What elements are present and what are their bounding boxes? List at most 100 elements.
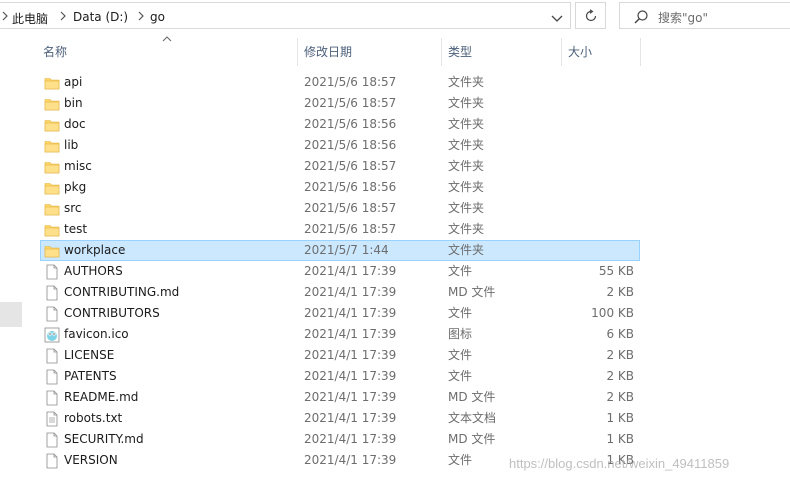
column-header-type[interactable]: 类型 [448, 41, 560, 65]
folder-icon [44, 180, 60, 196]
file-type: 文件夹 [448, 222, 485, 236]
file-row[interactable]: src 2021/5/6 18:57 文件夹 [40, 198, 640, 219]
address-toolbar: 此电脑 Data (D:) go 搜索"go" [0, 0, 790, 34]
file-icon [44, 306, 60, 322]
file-modified-date: 2021/5/6 18:56 [304, 117, 397, 131]
file-modified-date: 2021/4/1 17:39 [304, 411, 397, 425]
file-modified-date: 2021/5/6 18:57 [304, 222, 397, 236]
file-size: 1 KB [606, 411, 634, 425]
file-row[interactable]: CONTRIBUTORS 2021/4/1 17:39 文件 100 KB [40, 303, 640, 324]
file-size: 55 KB [598, 264, 634, 278]
file-type: 文本文档 [448, 411, 497, 425]
file-type: 文件夹 [448, 96, 485, 110]
file-size: 2 KB [606, 348, 634, 362]
file-icon [44, 285, 60, 301]
file-row[interactable]: README.md 2021/4/1 17:39 MD 文件 2 KB [40, 387, 640, 408]
file-type: 文件夹 [448, 201, 485, 215]
file-name: api [64, 75, 83, 89]
address-bar[interactable]: 此电脑 Data (D:) go [0, 2, 571, 29]
chevron-right-icon[interactable] [136, 9, 146, 23]
file-type: 文件 [448, 453, 473, 467]
file-row[interactable]: bin 2021/5/6 18:57 文件夹 [40, 93, 640, 114]
breadcrumb-drive-d[interactable]: Data (D:) [73, 10, 128, 24]
file-icon [44, 390, 60, 406]
file-row[interactable]: CONTRIBUTING.md 2021/4/1 17:39 MD 文件 2 KB [40, 282, 640, 303]
file-type: 文件夹 [448, 138, 485, 152]
text-file-icon [44, 411, 60, 427]
file-row[interactable]: AUTHORS 2021/4/1 17:39 文件 55 KB [40, 261, 640, 282]
column-header-date[interactable]: 修改日期 [304, 41, 440, 65]
file-modified-date: 2021/4/1 17:39 [304, 348, 397, 362]
column-divider[interactable] [441, 38, 442, 66]
file-size: 6 KB [606, 327, 634, 341]
file-row[interactable]: pkg 2021/5/6 18:56 文件夹 [40, 177, 640, 198]
file-modified-date: 2021/4/1 17:39 [304, 327, 397, 341]
file-row-selected[interactable]: workplace 2021/5/7 1:44 文件夹 [40, 240, 640, 261]
file-row[interactable]: api 2021/5/6 18:57 文件夹 [40, 72, 640, 93]
file-modified-date: 2021/4/1 17:39 [304, 390, 397, 404]
navigation-pane[interactable] [0, 34, 22, 483]
file-icon [44, 348, 60, 364]
file-size: 2 KB [606, 369, 634, 383]
chevron-right-icon[interactable] [58, 9, 68, 23]
file-modified-date: 2021/4/1 17:39 [304, 453, 397, 467]
file-modified-date: 2021/5/6 18:56 [304, 138, 397, 152]
file-name: LICENSE [64, 348, 115, 362]
file-modified-date: 2021/5/6 18:57 [304, 96, 397, 110]
file-type: MD 文件 [448, 432, 496, 446]
navigation-selected-item[interactable] [0, 302, 22, 327]
file-modified-date: 2021/4/1 17:39 [304, 285, 397, 299]
chevron-down-icon[interactable] [546, 8, 568, 28]
file-name: test [64, 222, 88, 236]
file-size: 100 KB [591, 306, 634, 320]
column-divider[interactable] [561, 38, 562, 66]
file-row[interactable]: doc 2021/5/6 18:56 文件夹 [40, 114, 640, 135]
file-size: 2 KB [606, 390, 634, 404]
file-type: 文件 [448, 264, 473, 278]
file-modified-date: 2021/5/6 18:56 [304, 180, 397, 194]
file-row[interactable]: robots.txt 2021/4/1 17:39 文本文档 1 KB [40, 408, 640, 429]
folder-icon [44, 243, 60, 259]
column-header-name[interactable]: 名称 [43, 41, 297, 65]
folder-icon [44, 222, 60, 238]
file-modified-date: 2021/4/1 17:39 [304, 369, 397, 383]
chevron-right-icon[interactable] [0, 9, 10, 23]
file-row[interactable]: lib 2021/5/6 18:56 文件夹 [40, 135, 640, 156]
refresh-icon [585, 9, 597, 22]
file-name: robots.txt [64, 411, 123, 425]
file-type: 文件夹 [448, 75, 485, 89]
breadcrumb-go[interactable]: go [150, 10, 165, 24]
column-divider[interactable] [640, 38, 641, 66]
file-name: CONTRIBUTING.md [64, 285, 180, 299]
folder-icon [44, 159, 60, 175]
folder-icon [44, 138, 60, 154]
column-divider[interactable] [297, 38, 298, 66]
column-header-size[interactable]: 大小 [568, 41, 638, 65]
file-row[interactable]: LICENSE 2021/4/1 17:39 文件 2 KB [40, 345, 640, 366]
search-icon [634, 10, 648, 24]
file-row[interactable]: test 2021/5/6 18:57 文件夹 [40, 219, 640, 240]
file-modified-date: 2021/5/6 18:57 [304, 201, 397, 215]
file-name: SECURITY.md [64, 432, 144, 446]
file-type: MD 文件 [448, 390, 496, 404]
search-placeholder: 搜索"go" [658, 11, 708, 25]
file-row[interactable]: favicon.ico 2021/4/1 17:39 图标 6 KB [40, 324, 640, 345]
file-row[interactable]: PATENTS 2021/4/1 17:39 文件 2 KB [40, 366, 640, 387]
file-name: CONTRIBUTORS [64, 306, 160, 320]
search-input[interactable]: 搜索"go" [619, 2, 790, 29]
file-type: 图标 [448, 327, 473, 341]
file-type: 文件夹 [448, 117, 485, 131]
file-name: PATENTS [64, 369, 117, 383]
folder-icon [44, 75, 60, 91]
file-row[interactable]: SECURITY.md 2021/4/1 17:39 MD 文件 1 KB [40, 429, 640, 450]
file-name: pkg [64, 180, 87, 194]
file-row[interactable]: misc 2021/5/6 18:57 文件夹 [40, 156, 640, 177]
file-name: bin [64, 96, 83, 110]
file-name: lib [64, 138, 79, 152]
breadcrumb-this-pc[interactable]: 此电脑 [12, 10, 48, 27]
file-icon [44, 264, 60, 280]
file-size: 1 KB [606, 432, 634, 446]
file-type: 文件夹 [448, 180, 485, 194]
refresh-button[interactable] [575, 2, 606, 29]
file-list: api 2021/5/6 18:57 文件夹 bin 2021/5/6 18:57 文件夹… [40, 72, 640, 471]
